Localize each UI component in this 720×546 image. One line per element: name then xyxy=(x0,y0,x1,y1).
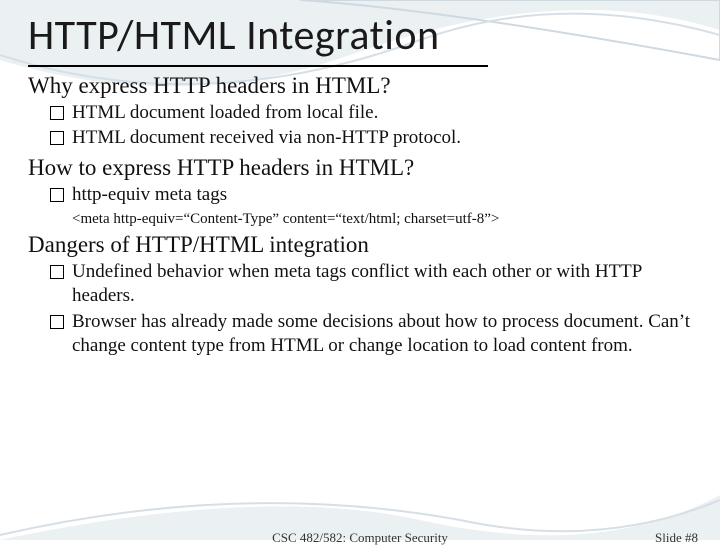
bullet-item: HTML document loaded from local file. xyxy=(50,101,692,125)
bullet-item: HTML document received via non-HTTP prot… xyxy=(50,126,692,150)
slide-content: HTTP/HTML Integration Why express HTTP h… xyxy=(0,0,720,358)
section-how-bullets: http-equiv meta tags xyxy=(50,183,692,207)
bullet-item: Browser has already made some decisions … xyxy=(50,310,692,359)
section-why-bullets: HTML document loaded from local file. HT… xyxy=(50,101,692,151)
section-why-heading: Why express HTTP headers in HTML? xyxy=(28,73,692,99)
section-how-heading: How to express HTTP headers in HTML? xyxy=(28,155,692,181)
bullet-item: Undefined behavior when meta tags confli… xyxy=(50,260,692,309)
footer-course: CSC 482/582: Computer Security xyxy=(0,530,720,546)
section-dangers-bullets: Undefined behavior when meta tags confli… xyxy=(50,260,692,358)
footer-slide-number: Slide #8 xyxy=(655,530,698,546)
code-example: <meta http-equiv=“Content-Type” content=… xyxy=(72,211,692,228)
bullet-item: http-equiv meta tags xyxy=(50,183,692,207)
title-underline xyxy=(28,65,488,67)
slide-title: HTTP/HTML Integration xyxy=(28,10,692,61)
section-dangers-heading: Dangers of HTTP/HTML integration xyxy=(28,232,692,258)
